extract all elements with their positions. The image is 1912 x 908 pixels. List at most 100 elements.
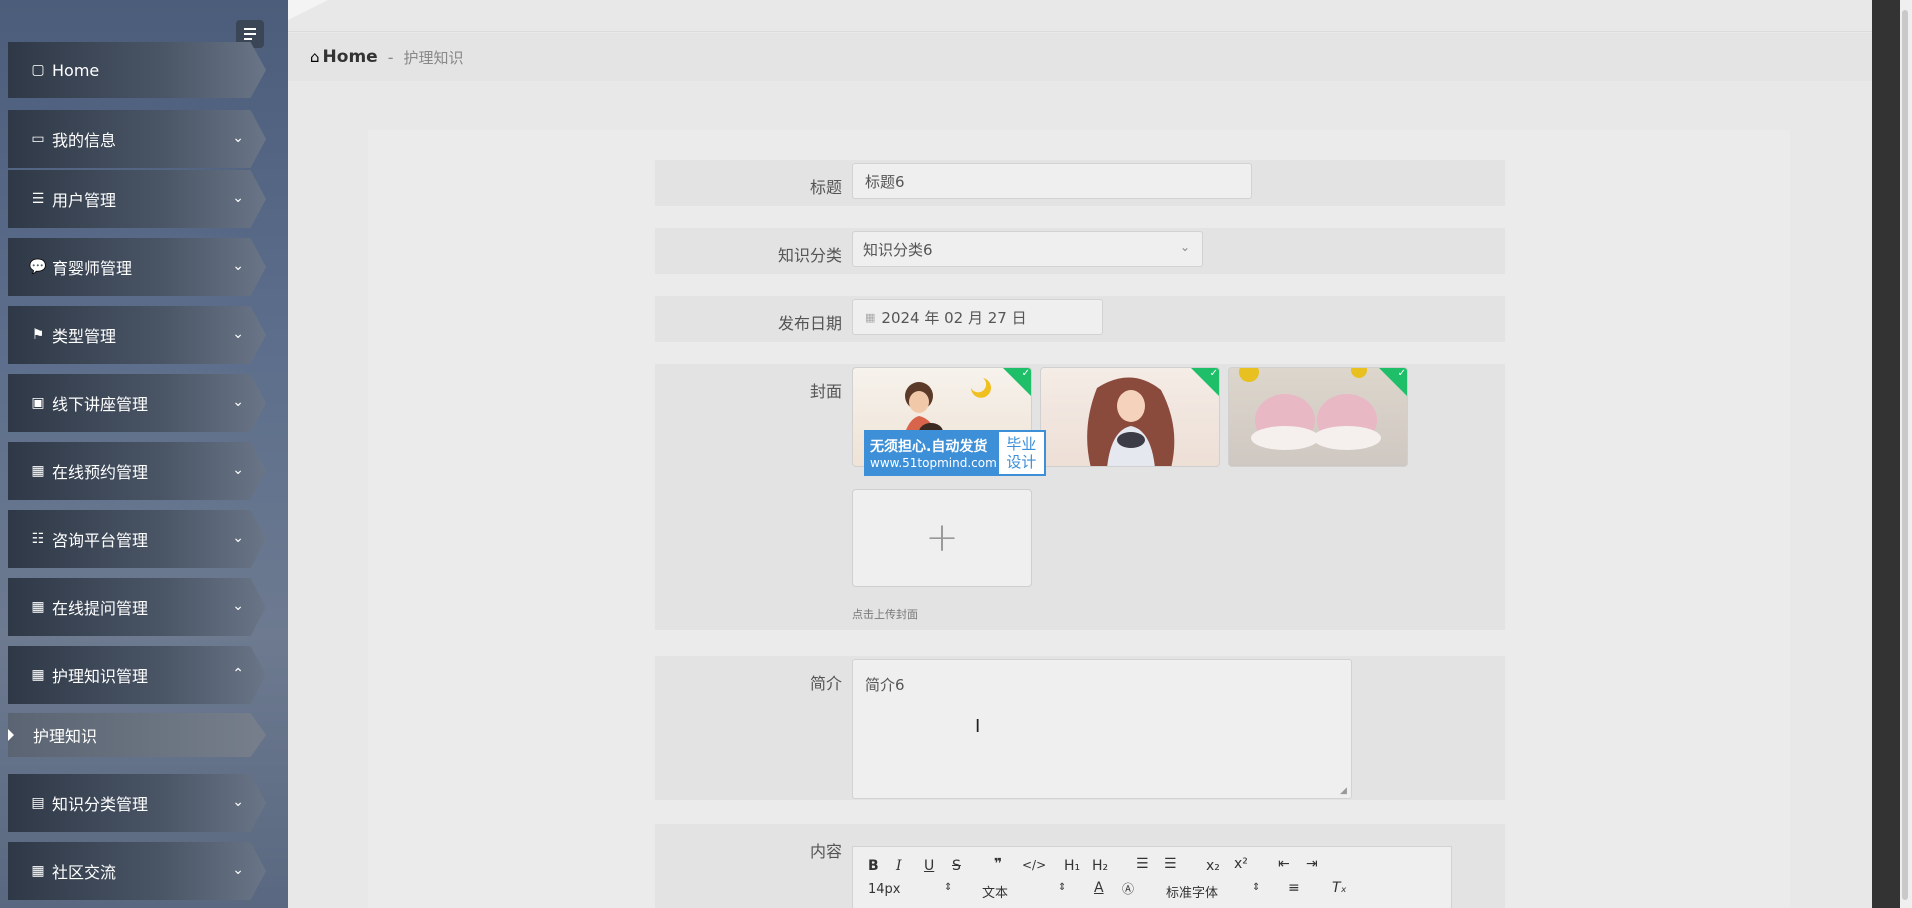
briefcase-icon: ▣ — [31, 395, 45, 411]
resize-handle-icon[interactable]: ◢ — [1340, 786, 1347, 796]
code-icon[interactable]: </> — [1022, 858, 1046, 872]
home-icon: ▢ — [31, 62, 45, 78]
superscript-button[interactable]: x² — [1234, 856, 1248, 872]
chat-icon: 💬 — [29, 259, 47, 275]
italic-button[interactable]: I — [896, 858, 902, 874]
sidebar-item-my-info[interactable]: ▭ 我的信息 ⌄ — [8, 110, 266, 168]
strike-button[interactable]: S — [952, 858, 961, 874]
grid-icon: ▦ — [31, 599, 45, 615]
text-type-select[interactable]: 文本 — [982, 882, 1008, 901]
outdent-icon[interactable]: ⇤ — [1278, 856, 1290, 872]
home-icon[interactable]: ⌂ — [310, 48, 320, 66]
sidebar-item-nannies[interactable]: 💬 育婴师管理 ⌄ — [8, 238, 266, 296]
sidebar-item-label: 类型管理 — [52, 327, 117, 346]
bullet-list-icon[interactable]: ☰ — [1164, 856, 1177, 872]
chevron-down-icon: ⌄ — [232, 862, 244, 878]
category-select-value: 知识分类6 — [863, 240, 933, 259]
grid-icon: ▦ — [31, 463, 45, 479]
breadcrumb-home[interactable]: Home — [323, 47, 378, 67]
clear-format-icon[interactable]: Tₓ — [1332, 880, 1347, 896]
intro-textarea[interactable]: 简介6 — [852, 659, 1352, 799]
sidebar-item-label: 护理知识管理 — [52, 667, 149, 686]
title-input[interactable]: 标题6 — [852, 163, 1252, 199]
upload-cover-button[interactable]: + — [852, 489, 1032, 587]
sidebar-item-label: 知识分类管理 — [52, 795, 149, 814]
sidebar-item-nursing[interactable]: ▦ 护理知识管理 ⌃ — [8, 646, 266, 704]
sidebar-item-consult[interactable]: ☷ 咨询平台管理 ⌄ — [8, 510, 266, 568]
content-label: 内容 — [809, 842, 842, 861]
sidebar-item-label: 线下讲座管理 — [52, 395, 149, 414]
select-arrows-icon: ⇕ — [944, 882, 953, 893]
sidebar: ▢ Home ▭ 我的信息 ⌄ ☰ 用户管理 ⌄ 💬 育婴师管理 ⌄ ⚑ 类型管… — [0, 0, 288, 908]
watermark-badge-top: 毕业 — [1006, 435, 1037, 453]
grid-icon: ▦ — [31, 863, 45, 879]
sidebar-item-label: 在线提问管理 — [52, 599, 149, 618]
watermark-text: 无须担心.自动发货 www.51topmind.com — [864, 430, 997, 476]
ordered-list-icon[interactable]: ☰ — [1136, 856, 1149, 872]
date-input[interactable]: ▦ 2024 年 02 月 27 日 — [852, 299, 1103, 335]
sidebar-item-users[interactable]: ☰ 用户管理 ⌄ — [8, 170, 266, 228]
cover-image-3[interactable] — [1228, 367, 1408, 467]
menu-line — [244, 38, 252, 40]
chevron-down-icon: ⌄ — [1179, 240, 1190, 254]
font-family-select[interactable]: 标准字体 — [1166, 882, 1218, 901]
sidebar-item-label: Home — [52, 60, 100, 80]
sidebar-item-label: 我的信息 — [52, 131, 117, 150]
flag-icon: ⚑ — [31, 327, 45, 343]
subscript-button[interactable]: x₂ — [1206, 858, 1220, 874]
quote-icon[interactable]: ❞ — [994, 856, 1002, 872]
sidebar-item-label: 社区交流 — [52, 863, 117, 882]
watermark-line1: 无须担心.自动发货 — [870, 439, 988, 455]
select-arrows-icon: ⇕ — [1058, 882, 1067, 893]
font-size-select[interactable]: 14px — [868, 882, 901, 897]
title-label: 标题 — [809, 178, 842, 197]
chevron-down-icon: ⌄ — [232, 326, 244, 342]
sidebar-subitem-label: 护理知识 — [33, 727, 98, 746]
sidebar-item-categories[interactable]: ▤ 知识分类管理 ⌄ — [8, 774, 266, 832]
h1-button[interactable]: H₁ — [1064, 858, 1080, 874]
chevron-down-icon: ⌄ — [232, 794, 244, 810]
date-value: 2024 年 02 月 27 日 — [881, 308, 1027, 327]
sliders-icon: ☷ — [31, 531, 45, 547]
category-select[interactable]: 知识分类6 ⌄ — [852, 231, 1203, 267]
selected-badge — [1003, 368, 1031, 396]
sidebar-item-appointments[interactable]: ▦ 在线预约管理 ⌄ — [8, 442, 266, 500]
right-edge — [1872, 0, 1900, 908]
breadcrumb: ⌂ Home - 护理知识 — [288, 33, 1872, 81]
h2-button[interactable]: H₂ — [1092, 858, 1108, 874]
cover-hint: 点击上传封面 — [852, 608, 918, 621]
scrollbar-thumb[interactable] — [1902, 10, 1908, 900]
chevron-down-icon: ⌄ — [232, 530, 244, 546]
sidebar-item-home[interactable]: ▢ Home — [8, 42, 266, 98]
indent-icon[interactable]: ⇥ — [1306, 856, 1318, 872]
cover-image-2[interactable] — [1040, 367, 1220, 467]
sidebar-subitem-nursing-knowledge[interactable]: 护理知识 — [8, 713, 266, 757]
menu-line — [244, 33, 256, 35]
sidebar-item-types[interactable]: ⚑ 类型管理 ⌄ — [8, 306, 266, 364]
sidebar-item-questions[interactable]: ▦ 在线提问管理 ⌄ — [8, 578, 266, 636]
background-color-icon[interactable]: Ⓐ — [1122, 880, 1134, 897]
sidebar-item-label: 在线预约管理 — [52, 463, 149, 482]
chevron-down-icon: ⌄ — [232, 462, 244, 478]
intro-value: 简介6 — [865, 676, 905, 694]
select-arrows-icon: ⇕ — [1252, 882, 1261, 893]
align-icon[interactable]: ≡ — [1288, 880, 1300, 896]
text-cursor-icon: I — [975, 716, 981, 737]
date-label: 发布日期 — [777, 314, 842, 333]
sidebar-item-community[interactable]: ▦ 社区交流 ⌄ — [8, 842, 266, 900]
font-color-icon[interactable]: A — [1094, 880, 1104, 896]
underline-button[interactable]: U — [924, 858, 934, 874]
cover-label: 封面 — [809, 382, 842, 401]
bold-button[interactable]: B — [868, 858, 879, 874]
chevron-up-icon: ⌃ — [232, 666, 244, 682]
plus-icon: + — [925, 515, 959, 561]
grid-icon: ▦ — [31, 667, 45, 683]
watermark-badge: 毕业 设计 — [998, 432, 1044, 474]
selected-badge — [1191, 368, 1219, 396]
sidebar-item-lectures[interactable]: ▣ 线下讲座管理 ⌄ — [8, 374, 266, 432]
chevron-down-icon: ⌄ — [232, 394, 244, 410]
intro-label: 简介 — [809, 674, 842, 693]
watermark: 无须担心.自动发货 www.51topmind.com 毕业 设计 — [864, 430, 1046, 476]
top-bar — [288, 0, 1872, 32]
watermark-line2: www.51topmind.com — [870, 456, 997, 470]
